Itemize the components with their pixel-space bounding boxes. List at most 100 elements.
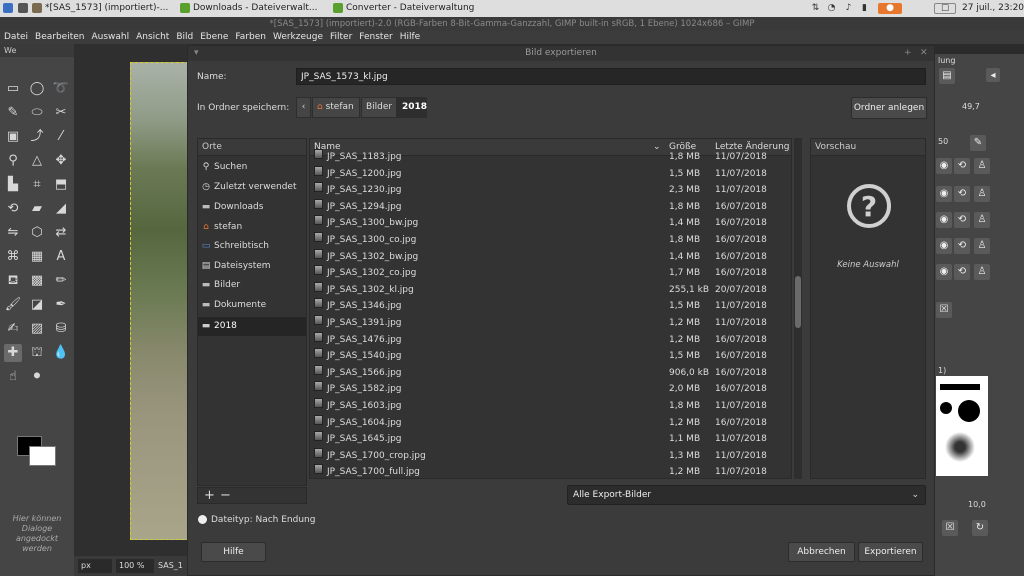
spacing-value[interactable]: 10,0 (968, 500, 986, 509)
file-row[interactable]: JP_SAS_1300_co.jpg 1,8 MB 16/07/2018 (310, 232, 791, 249)
task-downloads[interactable]: Downloads - Dateiverwalt... (180, 0, 317, 17)
layer-visibility-icon[interactable]: ◉ (936, 186, 952, 202)
flip-icon[interactable]: ⇋ (4, 224, 22, 242)
file-filter-select[interactable]: Alle Export-Bilder ⌄ (567, 485, 926, 505)
task-converter[interactable]: Converter - Dateiverwaltung (333, 0, 474, 17)
layer-thumb-icon[interactable]: ♙ (974, 264, 990, 280)
clear-icon[interactable]: ☒ (942, 520, 958, 536)
close-icon[interactable]: ✕ (920, 46, 928, 61)
foreground-select-icon[interactable]: ▣ (4, 128, 22, 146)
file-row[interactable]: JP_SAS_1183.jpg 1,8 MB 11/07/2018 (310, 149, 791, 166)
crop-icon[interactable]: ⌗ (28, 176, 46, 194)
file-row[interactable]: JP_SAS_1302_bw.jpg 1,4 MB 16/07/2018 (310, 248, 791, 266)
remove-place-icon[interactable]: − (220, 488, 231, 503)
file-row[interactable]: JP_SAS_1476.jpg 1,2 MB 16/07/2018 (310, 331, 791, 349)
breadcrumb-bilder[interactable]: Bilder (361, 97, 397, 118)
text-icon[interactable]: A (52, 248, 70, 266)
shear-icon[interactable]: ▰ (28, 200, 46, 218)
heal-icon[interactable]: ✚ (4, 344, 22, 362)
layer-thumb-icon[interactable]: ♙ (974, 212, 990, 228)
menu-werkzeuge[interactable]: Werkzeuge (269, 31, 326, 44)
cage-icon[interactable]: ⬡ (28, 224, 46, 242)
menu-filter[interactable]: Filter (326, 31, 355, 44)
unified-transform-icon[interactable]: ⬒ (52, 176, 70, 194)
file-row[interactable]: JP_SAS_1302_co.jpg 1,7 MB 16/07/2018 (310, 265, 791, 282)
file-row[interactable]: JP_SAS_1566.jpg 906,0 kB 16/07/2018 (310, 364, 791, 382)
scrollbar-thumb[interactable] (795, 276, 801, 328)
dodge-burn-icon[interactable]: ⚫ (28, 368, 46, 386)
file-row[interactable]: JP_SAS_1603.jpg 1,8 MB 11/07/2018 (310, 398, 791, 415)
menu-auswahl[interactable]: Auswahl (87, 31, 132, 44)
ellipse-select-icon[interactable]: ◯ (28, 80, 46, 98)
file-row[interactable]: JP_SAS_1391.jpg 1,2 MB 11/07/2018 (310, 315, 791, 332)
perspective-icon[interactable]: ◢ (52, 200, 70, 218)
dock-menu-icon[interactable]: ◂ (986, 68, 1000, 82)
file-row[interactable]: JP_SAS_1230.jpg 2,3 MB 11/07/2018 (310, 182, 791, 199)
file-row[interactable]: JP_SAS_1582.jpg 2,0 MB 16/07/2018 (310, 381, 791, 398)
clock[interactable]: 27 juil., 23:20 (962, 0, 1024, 17)
perspective-clone-icon[interactable]: ⛫ (28, 344, 46, 362)
dock-tab-label[interactable]: lung (938, 56, 955, 65)
clone-icon[interactable]: ⛁ (52, 320, 70, 338)
menu-ansicht[interactable]: Ansicht (132, 31, 172, 44)
layer-thumb-icon[interactable]: ♙ (974, 238, 990, 254)
align-icon[interactable]: ▙ (4, 176, 22, 194)
layer-visibility-icon[interactable]: ◉ (936, 212, 952, 228)
path-back-button[interactable]: ‹ (296, 97, 311, 118)
menu-farben[interactable]: Farben (231, 31, 269, 44)
wrap-icon[interactable]: ⌘ (4, 248, 22, 266)
dock-value-2[interactable]: 50 (938, 137, 948, 146)
file-list[interactable]: Name ⌄ Größe Letzte Änderung JP_SAS_1183… (309, 138, 792, 479)
lasso-icon[interactable]: ➰ (52, 80, 70, 98)
layer-visibility-icon[interactable]: ◉ (936, 264, 952, 280)
menu-bild[interactable]: Bild (172, 31, 196, 44)
paths-icon[interactable]: ⤴ (28, 128, 46, 146)
rect-select-icon[interactable]: ▭ (4, 80, 22, 98)
firefox-icon[interactable]: ● (878, 3, 902, 14)
place-stefan[interactable]: ⌂ stefan (198, 218, 306, 237)
smudge-icon[interactable]: ☝ (4, 368, 22, 386)
chain-icon[interactable]: ⟲ (954, 186, 970, 202)
dock-value-1[interactable]: 49,7 (962, 102, 980, 111)
chain-icon[interactable]: ⟲ (954, 212, 970, 228)
dialog-menu-icon[interactable]: ▾ (194, 46, 199, 61)
file-row[interactable]: JP_SAS_1302_kl.jpg 255,1 kB 20/07/2018 (310, 281, 791, 299)
refresh-icon[interactable]: ↻ (972, 520, 988, 536)
mypaint-icon[interactable]: ▨ (28, 320, 46, 338)
wifi-icon[interactable]: ◔ (826, 3, 837, 14)
file-row[interactable]: JP_SAS_1700_full.jpg 1,2 MB 11/07/2018 (310, 464, 791, 478)
file-row[interactable]: JP_SAS_1540.jpg 1,5 MB 16/07/2018 (310, 348, 791, 365)
zoom-icon[interactable]: ⚲ (4, 152, 22, 170)
fuzzy-select-icon[interactable]: ✎ (4, 104, 22, 122)
eraser-icon[interactable]: ◪ (28, 296, 46, 314)
app-menu-icon[interactable] (3, 0, 16, 17)
gradient-icon[interactable]: ▦ (28, 248, 46, 266)
scissors-icon[interactable]: ✂ (52, 104, 70, 122)
airbrush-icon[interactable]: ✒ (52, 296, 70, 314)
keyboard-layout-icon[interactable]: ☐ (934, 3, 956, 14)
breadcrumb-stefan[interactable]: ⌂ stefan (312, 97, 360, 118)
maximize-icon[interactable]: + (904, 46, 912, 61)
network-icon[interactable]: ⇅ (810, 3, 821, 14)
blur-icon[interactable]: 💧 (52, 344, 70, 362)
bucket-fill-icon[interactable]: ⛾ (4, 272, 22, 290)
filetype-expander[interactable]: Dateityp: Nach Endung (198, 515, 315, 525)
color-select-icon[interactable]: ⬭ (28, 104, 46, 122)
layer-thumb-icon[interactable]: ♙ (974, 186, 990, 202)
ink-icon[interactable]: ✍ (4, 320, 22, 338)
add-place-icon[interactable]: + (204, 488, 215, 503)
place-schreibtisch[interactable]: ▭ Schreibtisch (198, 237, 306, 256)
unit-select[interactable]: px (78, 559, 112, 573)
battery-icon[interactable]: ▮ (859, 3, 870, 14)
place-bilder[interactable]: ▬ Bilder (198, 276, 306, 295)
layer-visibility-icon[interactable]: ◉ (936, 238, 952, 254)
zoom-select[interactable]: 100 % (116, 559, 154, 573)
menu-datei[interactable]: Datei (0, 31, 31, 44)
move-icon[interactable]: ✥ (52, 152, 70, 170)
blend-icon[interactable]: ▩ (28, 272, 46, 290)
layer-thumb-icon[interactable]: ♙ (974, 158, 990, 174)
create-folder-button[interactable]: Ordner anlegen (851, 97, 927, 119)
help-button[interactable]: Hilfe (201, 542, 266, 562)
pencil-icon[interactable]: ✏ (52, 272, 70, 290)
file-row[interactable]: JP_SAS_1200.jpg 1,5 MB 11/07/2018 (310, 165, 791, 183)
